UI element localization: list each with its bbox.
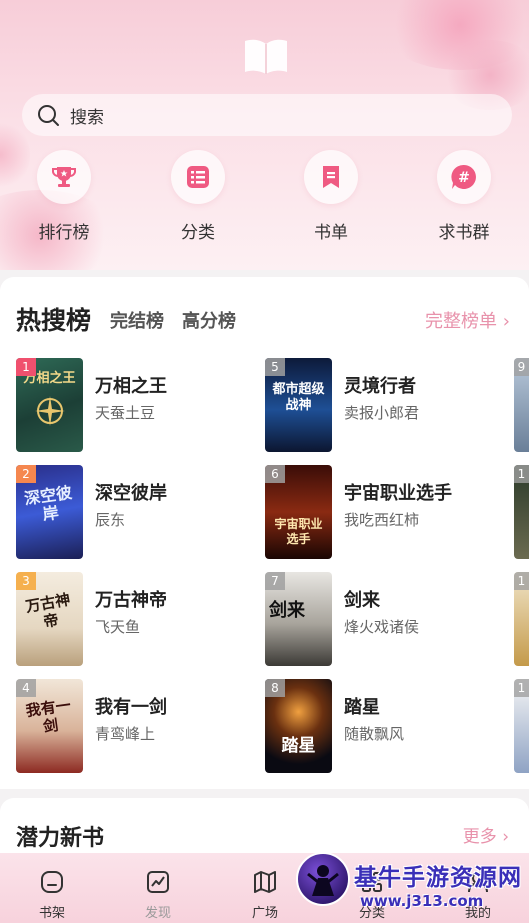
rank-badge: 4 [16, 679, 36, 697]
bookshelf-icon [41, 871, 63, 893]
map-icon [254, 871, 276, 893]
nav-plaza[interactable]: 广场 [235, 869, 295, 921]
book-cover-peek[interactable]: 1 [514, 465, 529, 559]
watermark: 基牛手游资源网 www.j313.com [296, 852, 529, 923]
quick-label: 书单 [314, 223, 348, 243]
hashtag-icon: # [437, 150, 491, 204]
book-cover: 剑来 7 [265, 572, 332, 666]
svg-text:#: # [458, 170, 470, 186]
quick-label: 分类 [181, 223, 215, 243]
book-card[interactable]: 宇宙职业选手 6 宇宙职业选手 我吃西红柿 [265, 465, 505, 559]
nav-label: 广场 [251, 906, 278, 921]
cover-title: 我有一剑 [24, 696, 72, 736]
rank-badge: 9 [514, 358, 529, 376]
quick-label: 排行榜 [38, 223, 90, 243]
book-title: 万相之王 [95, 376, 167, 397]
book-card[interactable]: 万古神帝 3 万古神帝 飞天鱼 [16, 572, 256, 666]
book-cover: 都市超级战神 5 [265, 358, 332, 452]
rank-badge: 8 [265, 679, 285, 697]
book-card[interactable]: 踏星 8 踏星 随散飘风 [265, 679, 505, 773]
book-author: 随散飘风 [344, 725, 405, 743]
book-title: 宇宙职业选手 [344, 483, 452, 504]
cover-title: 都市超级战神 [272, 382, 325, 413]
book-title: 我有一剑 [95, 697, 167, 718]
book-author: 飞天鱼 [95, 618, 141, 636]
nav-label: 书架 [38, 906, 65, 921]
rank-badge: 1 [514, 679, 529, 697]
watermark-url: www.j313.com [360, 892, 484, 910]
book-author: 天蚕土豆 [95, 404, 156, 422]
nav-discover[interactable]: 发现 [128, 869, 188, 921]
book-title: 灵境行者 [344, 376, 416, 397]
more-link[interactable]: 更多 › [463, 822, 509, 847]
book-author: 烽火戏诸侯 [344, 618, 420, 636]
book-cover-peek[interactable]: 1 [514, 679, 529, 773]
book-author: 我吃西红柿 [344, 511, 420, 529]
section-title: 潜力新书 [16, 826, 105, 851]
book-title: 剑来 [344, 590, 380, 611]
header: 搜索 排行榜 分类 书单 # 求书群 [0, 0, 529, 270]
rank-badge: 1 [514, 572, 529, 590]
new-books-section: 潜力新书 更多 › [0, 798, 529, 858]
nav-label: 发现 [144, 906, 171, 921]
book-card[interactable]: 都市超级战神 5 灵境行者 卖报小郎君 [265, 358, 505, 452]
book-card[interactable]: 剑来 7 剑来 烽火戏诸侯 [265, 572, 505, 666]
tab-high-score[interactable]: 高分榜 [182, 307, 236, 333]
book-title: 踏星 [344, 697, 380, 718]
cover-title: 剑来 [269, 600, 305, 621]
search-label: 搜索 [70, 107, 104, 128]
search-bar[interactable]: 搜索 [22, 94, 512, 136]
rank-badge: 1 [514, 465, 529, 483]
trophy-icon [37, 150, 91, 204]
cover-title: 万古神帝 [24, 590, 72, 632]
book-card[interactable]: 我有一剑 4 我有一剑 青鸾峰上 [16, 679, 256, 773]
book-cover: 宇宙职业选手 6 [265, 465, 332, 559]
quick-ranking[interactable]: 排行榜 [14, 150, 114, 243]
compass-emblem [35, 396, 65, 426]
book-cover-peek[interactable]: 1 [514, 572, 529, 666]
quick-label: 求书群 [438, 223, 490, 243]
rank-badge: 5 [265, 358, 285, 376]
search-icon [38, 105, 59, 126]
rank-badge: 6 [265, 465, 285, 483]
book-card[interactable]: 深空彼岸 2 深空彼岸 辰东 [16, 465, 256, 559]
cover-title: 宇宙职业选手 [274, 517, 323, 546]
cover-title: 深空彼岸 [23, 482, 74, 524]
section-title: 热搜榜 [16, 306, 92, 335]
book-cover: 深空彼岸 2 [16, 465, 83, 559]
book-author: 卖报小郎君 [344, 404, 420, 422]
quick-group[interactable]: # 求书群 [414, 150, 514, 243]
rank-badge: 7 [265, 572, 285, 590]
rank-badge: 3 [16, 572, 36, 590]
quick-booklist[interactable]: 书单 [281, 150, 381, 243]
tab-completed[interactable]: 完结榜 [110, 307, 164, 333]
open-book-icon [245, 39, 287, 74]
hot-search-section: 热搜榜 完结榜 高分榜 完整榜单 › 万相之王 1 万相之王 天蚕土豆 深空彼岸… [0, 277, 529, 789]
rank-badge: 2 [16, 465, 36, 483]
watermark-text: 基牛手游资源网 [354, 865, 522, 891]
quick-category[interactable]: 分类 [148, 150, 248, 243]
book-cover: 踏星 8 [265, 679, 332, 773]
book-cover-peek[interactable]: 9 [514, 358, 529, 452]
trend-chart-icon [147, 871, 169, 893]
book-title: 深空彼岸 [95, 483, 167, 504]
category-list-icon [171, 150, 225, 204]
book-author: 辰东 [95, 511, 126, 529]
book-cover: 万古神帝 3 [16, 572, 83, 666]
rank-badge: 1 [16, 358, 36, 376]
book-author: 青鸾峰上 [95, 725, 156, 743]
nav-bookshelf[interactable]: 书架 [22, 869, 82, 921]
book-title: 万古神帝 [95, 590, 167, 611]
book-cover: 万相之王 1 [16, 358, 83, 452]
book-cover: 我有一剑 4 [16, 679, 83, 773]
cover-title: 踏星 [281, 736, 316, 756]
book-card[interactable]: 万相之王 1 万相之王 天蚕土豆 [16, 358, 256, 452]
watermark-logo [296, 852, 350, 906]
full-ranking-link[interactable]: 完整榜单 › [425, 307, 510, 333]
bookmark-icon [304, 150, 358, 204]
